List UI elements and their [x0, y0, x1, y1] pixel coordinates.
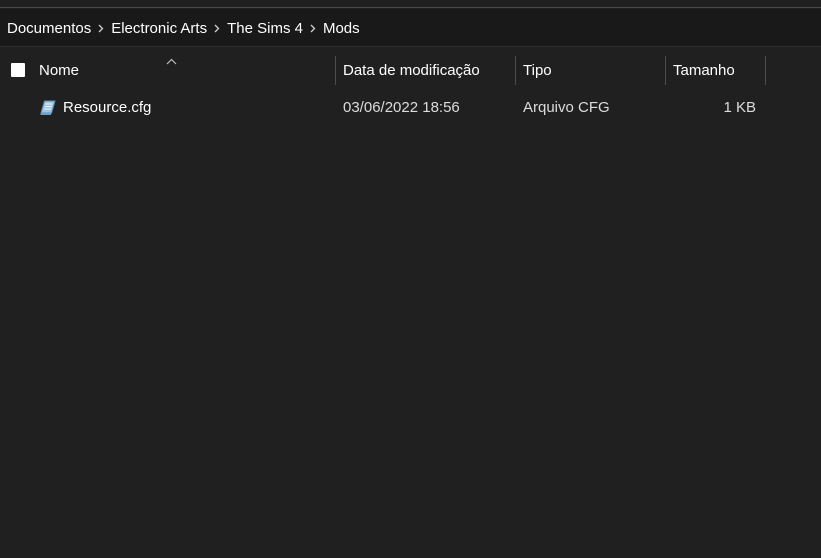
column-divider[interactable] [665, 56, 666, 85]
column-divider[interactable] [335, 56, 336, 85]
column-header-date[interactable]: Data de modificação [343, 47, 480, 94]
file-size: 1 KB [723, 99, 756, 116]
chevron-right-icon[interactable] [303, 9, 323, 47]
chevron-right-icon[interactable] [207, 9, 227, 47]
file-row[interactable]: Resource.cfg 03/06/2022 18:56 Arquivo CF… [0, 94, 821, 122]
column-header-name[interactable]: Nome [39, 47, 79, 94]
address-bar[interactable]: Documentos Electronic Arts The Sims 4 Mo… [0, 9, 821, 47]
column-header-size[interactable]: Tamanho [673, 47, 735, 94]
breadcrumb-item-mods[interactable]: Mods [323, 20, 360, 37]
breadcrumb-item-the-sims-4[interactable]: The Sims 4 [227, 20, 303, 37]
breadcrumb: Documentos Electronic Arts The Sims 4 Mo… [0, 9, 360, 47]
breadcrumb-item-documentos[interactable]: Documentos [0, 20, 91, 37]
column-divider[interactable] [765, 56, 766, 85]
window-top-strip [0, 0, 821, 8]
select-all-checkbox[interactable] [11, 63, 25, 77]
sort-ascending-chevron-icon [166, 52, 177, 68]
file-type: Arquivo CFG [523, 99, 610, 116]
chevron-right-icon[interactable] [91, 9, 111, 47]
column-header-row: Nome Data de modificação Tipo Tamanho [0, 47, 821, 94]
column-header-type[interactable]: Tipo [523, 47, 552, 94]
file-date: 03/06/2022 18:56 [343, 99, 460, 116]
file-name[interactable]: Resource.cfg [63, 94, 151, 122]
breadcrumb-item-electronic-arts[interactable]: Electronic Arts [111, 20, 207, 37]
column-divider[interactable] [515, 56, 516, 85]
config-file-icon [38, 98, 57, 117]
